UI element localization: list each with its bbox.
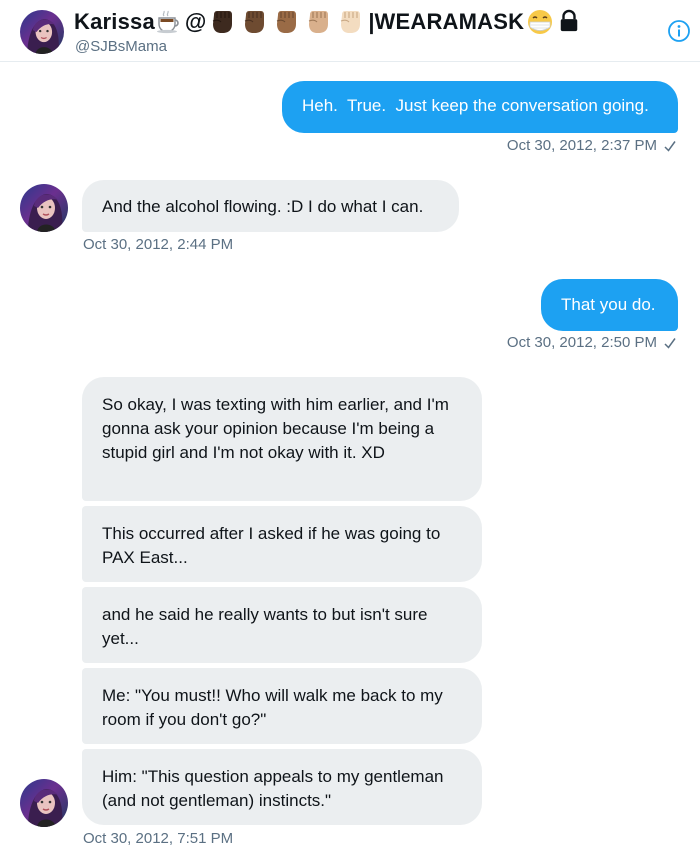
display-name: Karissa bbox=[74, 9, 155, 34]
message-timestamp: Oct 30, 2012, 2:50 PM bbox=[507, 334, 678, 351]
raised-fist-medium-icon bbox=[271, 9, 301, 35]
incoming-message[interactable]: Him: "This question appeals to my gentle… bbox=[82, 749, 482, 825]
handle: @SJBsMama bbox=[75, 38, 167, 55]
timestamp-text: Oct 30, 2012, 2:50 PM bbox=[506, 334, 657, 351]
outgoing-message[interactable]: Heh. True. Just keep the conversation go… bbox=[282, 81, 678, 133]
at-sign: @ bbox=[184, 9, 207, 34]
incoming-message[interactable]: And the alcohol flowing. :D I do what I … bbox=[82, 180, 459, 232]
incoming-message[interactable]: Me: "You must!! Who will walk me back to… bbox=[82, 668, 482, 744]
incoming-message[interactable]: This occurred after I asked if he was go… bbox=[82, 506, 482, 582]
incoming-message[interactable]: and he said he really wants to but isn't… bbox=[82, 587, 482, 663]
avatar[interactable] bbox=[20, 184, 68, 232]
message-text: And the alcohol flowing. :D I do what I … bbox=[102, 197, 424, 216]
message-text: Him: "This question appeals to my gentle… bbox=[102, 767, 444, 810]
lock-icon bbox=[558, 9, 582, 35]
display-name-row[interactable]: Karissa @ | WEARAMASK bbox=[74, 8, 582, 36]
message-timestamp: Oct 30, 2012, 2:44 PM bbox=[83, 236, 234, 253]
raised-fist-medium-dark-icon bbox=[239, 9, 269, 35]
timestamp-text: Oct 30, 2012, 2:37 PM bbox=[506, 137, 657, 154]
incoming-message[interactable]: So okay, I was texting with him earlier,… bbox=[82, 377, 482, 501]
face-with-medical-mask-icon bbox=[526, 9, 554, 35]
hashtag-text: WEARAMASK bbox=[374, 9, 525, 34]
raised-fist-light-icon bbox=[335, 9, 365, 35]
raised-fist-medium-light-icon bbox=[303, 9, 333, 35]
sent-check-icon bbox=[664, 140, 676, 152]
message-text: So okay, I was texting with him earlier,… bbox=[102, 395, 449, 462]
message-text: and he said he really wants to but isn't… bbox=[102, 605, 428, 648]
conversation-header: Karissa @ | WEARAMASK @SJBsMama bbox=[0, 0, 700, 62]
message-text: This occurred after I asked if he was go… bbox=[102, 524, 441, 567]
message-timestamp: Oct 30, 2012, 2:37 PM bbox=[507, 137, 678, 154]
message-text: Me: "You must!! Who will walk me back to… bbox=[102, 686, 443, 729]
sent-check-icon bbox=[664, 337, 676, 349]
message-timestamp: Oct 30, 2012, 7:51 PM bbox=[83, 830, 234, 847]
info-icon[interactable] bbox=[667, 19, 691, 43]
hot-beverage-icon bbox=[156, 10, 182, 34]
message-text: That you do. bbox=[561, 295, 656, 314]
outgoing-message[interactable]: That you do. bbox=[541, 279, 678, 331]
avatar[interactable] bbox=[20, 10, 64, 54]
avatar[interactable] bbox=[20, 779, 68, 827]
message-text: Heh. True. Just keep the conversation go… bbox=[302, 96, 649, 115]
raised-fist-dark-icon bbox=[207, 9, 237, 35]
